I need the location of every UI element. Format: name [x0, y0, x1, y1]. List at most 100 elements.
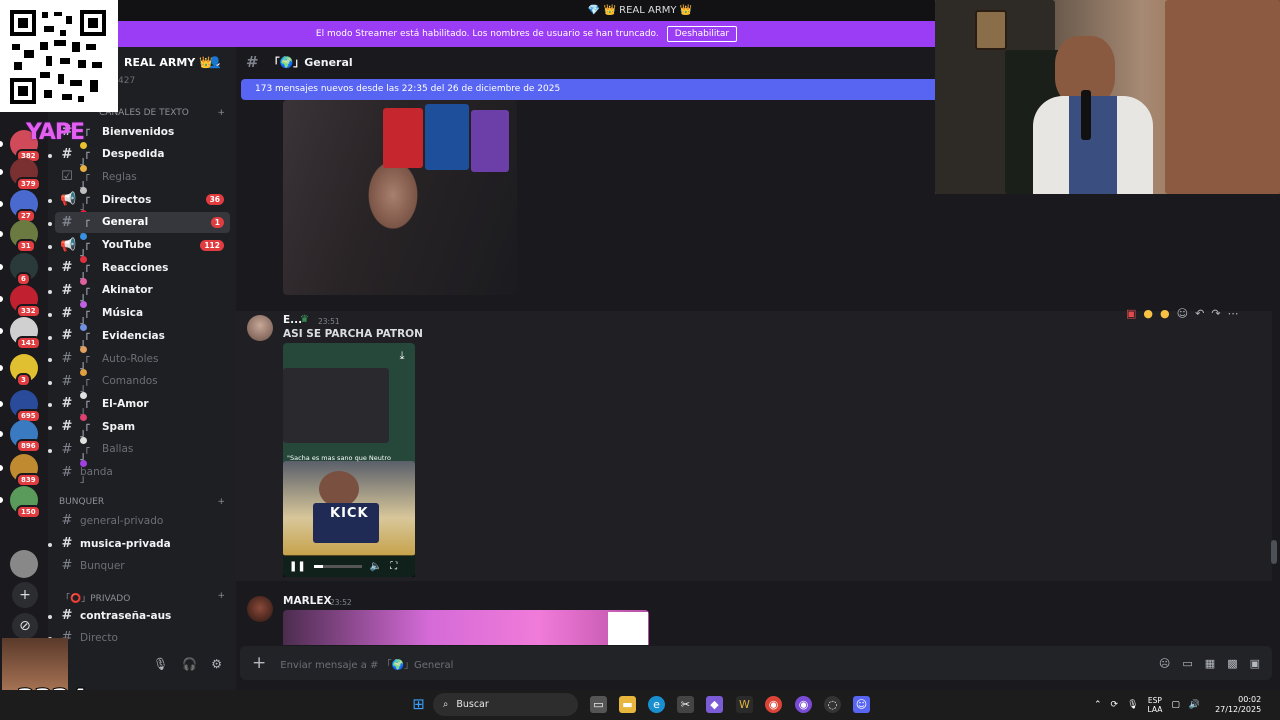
server-icon[interactable]: 31 [10, 220, 38, 253]
server-icon[interactable]: 6 [10, 253, 38, 286]
message-composer[interactable]: + Enviar mensaje a # 「🌍」General ☹ ▭ ▦ ▩ … [240, 646, 1272, 680]
thread-expand-marker[interactable] [48, 426, 52, 430]
thread-expand-marker[interactable] [48, 245, 52, 249]
thread-expand-marker[interactable] [48, 199, 52, 203]
file-explorer-icon[interactable]: ▬ [619, 696, 636, 713]
composer-placeholder[interactable]: Enviar mensaje a # 「🌍」General [280, 656, 453, 671]
discord-icon[interactable]: ☺ [853, 696, 870, 713]
thread-expand-marker[interactable] [48, 336, 52, 340]
add-channel-icon[interactable]: + [217, 591, 225, 604]
channel-item[interactable]: # 「」 General 1 [55, 211, 230, 258]
image-icon[interactable]: ▩ [1227, 657, 1237, 670]
channel-item[interactable]: # contraseña-aus [55, 605, 230, 626]
add-channel-icon[interactable]: + [217, 108, 225, 118]
thread-expand-marker[interactable] [48, 290, 52, 294]
channel-item[interactable]: #Directo [55, 627, 230, 648]
discover-servers-icon[interactable]: ⊘ [12, 613, 38, 639]
edge-browser-icon[interactable]: e [648, 696, 665, 713]
server-icon[interactable]: 150 [10, 486, 41, 519]
channel-item[interactable]: # 「」 Spam [55, 416, 230, 462]
channel-item[interactable]: ☑ 「」 Reglas [55, 166, 230, 212]
gift-nitro-icon[interactable]: ☹ [1159, 657, 1170, 670]
chrome-profile-icon[interactable]: ◉ [795, 696, 812, 713]
invite-people-icon[interactable]: 👤 [208, 56, 222, 69]
server-icon[interactable]: 27 [10, 190, 38, 223]
server-icon[interactable]: 695 [10, 390, 41, 423]
obs-icon[interactable]: ◌ [824, 696, 841, 713]
server-icon[interactable]: 3 [10, 354, 38, 387]
channel-item[interactable]: 📢 「」 YouTube 112 [55, 235, 230, 281]
add-channel-icon[interactable]: + [217, 497, 225, 507]
fullscreen-icon[interactable]: ⛶ [390, 561, 397, 572]
server-icon[interactable]: 141 [10, 317, 41, 350]
channel-item[interactable]: # 「」 Reacciones [55, 257, 230, 303]
channel-item[interactable]: # Bunquer [55, 555, 230, 576]
video-progress-bar[interactable] [313, 564, 362, 568]
channel-item[interactable]: # 「」 Música [55, 303, 230, 349]
apps-icon[interactable]: ▣ [1250, 657, 1260, 670]
taskbar-clock[interactable]: 00:02 27/12/2025 [1215, 695, 1261, 715]
avatar[interactable] [247, 596, 273, 622]
server-icon[interactable]: 379 [10, 158, 41, 191]
settings-gear-icon[interactable]: ⚙ [211, 657, 222, 671]
server-icon[interactable] [10, 550, 38, 578]
sync-icon[interactable]: ⟳ [1111, 700, 1119, 710]
channel-item[interactable]: # 「」 Evidencias [55, 325, 230, 371]
image-attachment[interactable] [283, 610, 649, 645]
channel-item[interactable]: # 「」 Despedida [55, 144, 230, 190]
sticker-icon[interactable]: ▦ [1205, 657, 1215, 670]
server-icon[interactable]: 332 [10, 285, 41, 318]
add-reaction-icon[interactable]: ☺ [1177, 307, 1188, 320]
thread-expand-marker[interactable] [48, 358, 52, 362]
pause-icon[interactable]: ❚❚ [289, 561, 306, 572]
server-header[interactable]: REAL ARMY 👑 ⌄ 👤 [118, 47, 236, 77]
message-author[interactable]: MARLEX [283, 595, 332, 607]
category-bunker[interactable]: BUNQUER + [59, 497, 225, 507]
channel-item[interactable]: # 「」 Akinator [55, 280, 230, 326]
taskbar-search[interactable]: ⌕ Buscar [433, 693, 578, 716]
chevron-up-icon[interactable]: ⌃ [1094, 700, 1102, 710]
volume-tray-icon[interactable]: 🔊 [1189, 700, 1200, 710]
headphones-icon[interactable]: 🎧 [182, 657, 197, 671]
reaction-face-icon[interactable]: ▣ [1126, 307, 1136, 320]
game-launcher-icon[interactable]: W [736, 696, 753, 713]
network-icon[interactable]: ▢ [1171, 700, 1180, 710]
task-view-icon[interactable]: ▭ [590, 696, 607, 713]
thread-expand-marker[interactable] [48, 222, 52, 226]
chat-scrollbar[interactable] [1271, 540, 1277, 564]
download-icon[interactable]: ⤓ [393, 349, 411, 365]
channel-item[interactable]: # 「」 Ballas [55, 439, 230, 485]
copilot-icon[interactable]: ◆ [706, 696, 723, 713]
add-attachment-icon[interactable]: + [252, 653, 266, 673]
channel-item[interactable]: # banda [55, 462, 230, 483]
more-options-icon[interactable]: ⋯ [1228, 307, 1239, 320]
thread-expand-marker[interactable] [48, 543, 52, 547]
thread-expand-marker[interactable] [48, 615, 52, 619]
chrome-icon[interactable]: ◉ [765, 696, 782, 713]
thread-expand-marker[interactable] [48, 403, 52, 407]
channel-item[interactable]: # 「」 El-Amor [55, 393, 230, 439]
reply-icon[interactable]: ↶ [1195, 307, 1204, 320]
disable-streamer-mode-button[interactable]: Deshabilitar [666, 26, 738, 42]
new-messages-bar[interactable]: 173 mensajes nuevos desde las 22:35 del … [241, 79, 936, 100]
microphone-icon[interactable]: 🎙 [153, 657, 168, 671]
thread-expand-marker[interactable] [48, 154, 52, 158]
volume-icon[interactable]: 🔈 [370, 561, 382, 572]
thread-expand-marker[interactable] [48, 449, 52, 453]
channel-item[interactable]: 📢「」 Directos 36 [55, 189, 230, 235]
reaction-grin-icon[interactable]: ● [1160, 307, 1170, 320]
gif-icon[interactable]: ▭ [1182, 657, 1192, 670]
input-language[interactable]: ESP LAA [1148, 696, 1163, 714]
avatar[interactable] [247, 315, 273, 341]
server-icon[interactable]: 839 [10, 454, 41, 487]
channel-item[interactable]: # general-privado [55, 510, 230, 531]
channel-item[interactable]: # 「」 Comandos [55, 371, 230, 417]
thread-expand-marker[interactable] [48, 381, 52, 385]
reaction-laugh-icon[interactable]: ● [1143, 307, 1153, 320]
snipping-tool-icon[interactable]: ✂ [677, 696, 694, 713]
thread-expand-marker[interactable] [48, 267, 52, 271]
server-icon[interactable]: 896 [10, 420, 41, 453]
thread-expand-marker[interactable] [48, 313, 52, 317]
category-private[interactable]: 「⭕」PRIVADO + [59, 591, 225, 604]
microphone-tray-icon[interactable]: 🎙 [1127, 700, 1138, 710]
